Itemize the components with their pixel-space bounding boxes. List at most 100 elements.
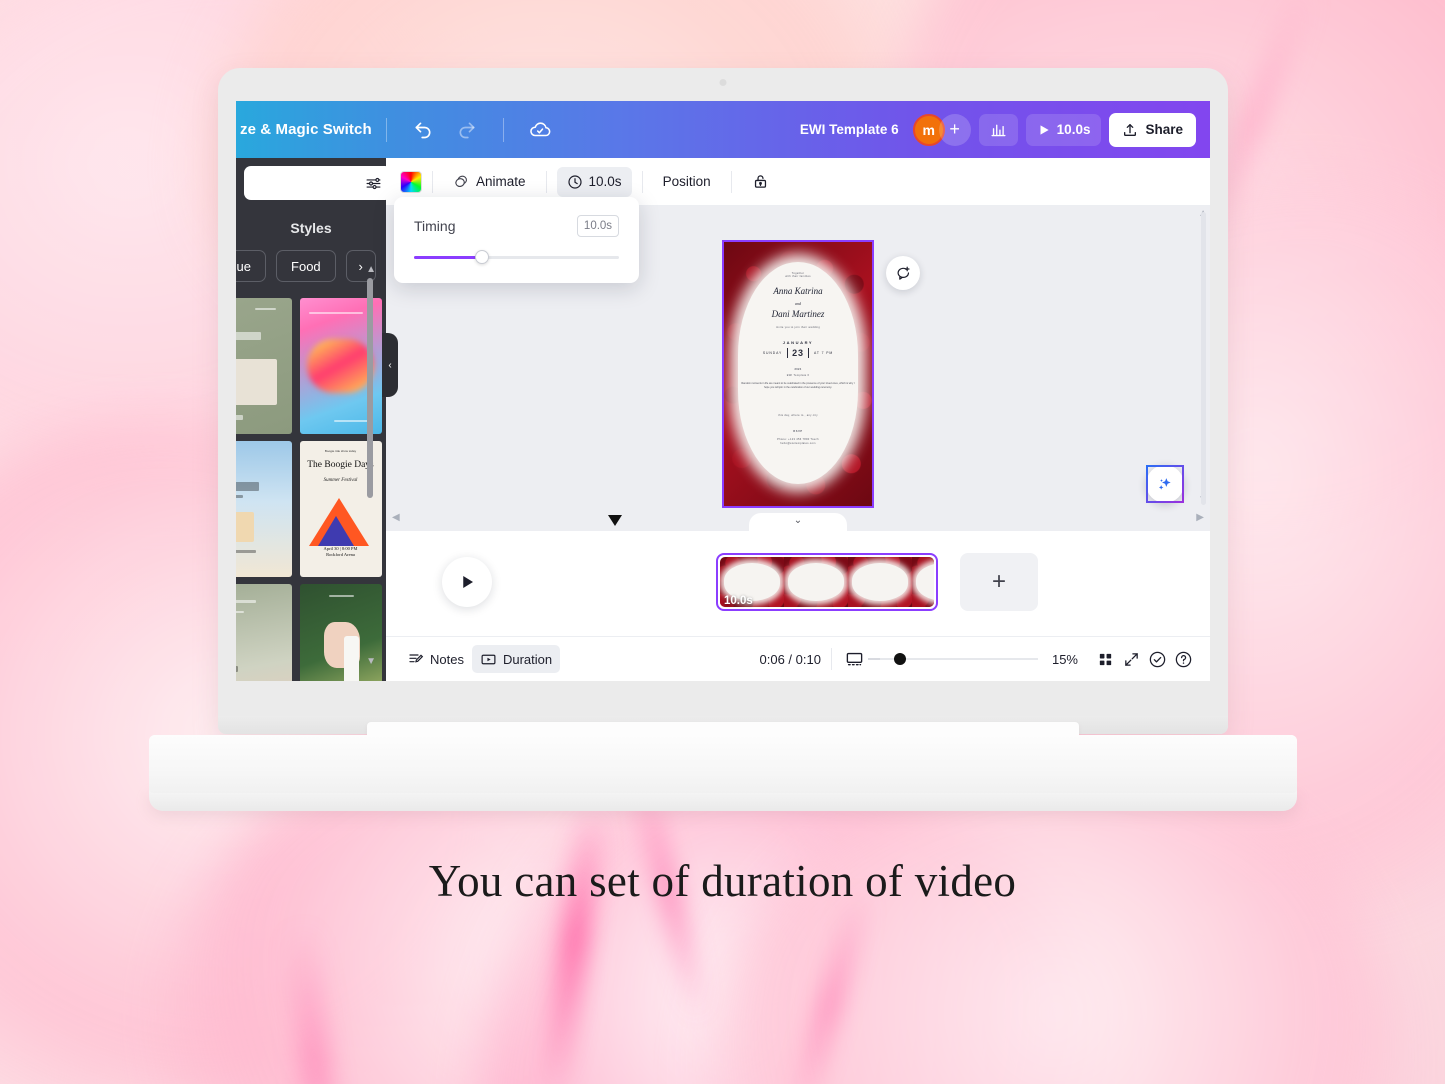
play-button[interactable]	[442, 557, 492, 607]
canvas-page[interactable]: Together with their families Anna Katrin…	[722, 240, 874, 508]
template-thumbnail[interactable]	[236, 441, 292, 577]
divider	[432, 170, 433, 193]
redo-icon[interactable]	[452, 115, 482, 145]
play-icon	[458, 573, 476, 591]
grid-view-icon[interactable]	[1092, 646, 1118, 672]
rainbow-color-swatch[interactable]	[400, 170, 422, 193]
template-thumbnail[interactable]	[236, 298, 292, 434]
thumb-line	[236, 611, 245, 614]
add-comment-button[interactable]	[886, 256, 920, 290]
divider	[641, 170, 643, 193]
duration-icon	[480, 651, 497, 668]
magic-switch-label[interactable]: ze & Magic Switch	[240, 121, 372, 138]
invitation-venue: EWI Template 6	[786, 374, 810, 377]
caption-text: You can set of duration of video	[428, 856, 1017, 906]
notes-icon	[408, 651, 424, 667]
document-title[interactable]: EWI Template 6	[800, 122, 899, 137]
lock-button[interactable]	[742, 167, 779, 197]
wedding-invitation-design: Together with their families Anna Katrin…	[724, 242, 872, 506]
thumb-line	[333, 420, 371, 423]
invitation-eyebrow: Together with their families	[785, 272, 811, 278]
thumb-line	[255, 307, 277, 310]
timing-label: 10.0s	[588, 174, 622, 189]
sidebar-collapse-button[interactable]: ‹	[382, 333, 398, 397]
style-chip-food[interactable]: Food	[276, 250, 336, 282]
sidebar-scrollbar[interactable]	[367, 278, 373, 498]
play-duration-label: 10.0s	[1056, 122, 1091, 137]
divider	[730, 170, 732, 193]
duration-button[interactable]: Duration	[471, 645, 561, 673]
laptop-screen: ze & Magic Switch EWI Template 6 m + 10.…	[236, 101, 1210, 681]
thumb-blob	[306, 338, 375, 394]
timing-slider[interactable]	[414, 250, 619, 264]
timing-value-input[interactable]: 10.0s	[577, 215, 619, 237]
zoom-level[interactable]: 15%	[1052, 652, 1078, 667]
invitation-joiner: and	[795, 301, 801, 306]
thumb-footer: April 30 | 8:00 PM Rockford Arena	[323, 546, 358, 558]
thumb-line	[236, 549, 256, 553]
scroll-up-icon[interactable]: ▲	[366, 264, 376, 275]
laptop-camera	[719, 79, 727, 86]
timing-slider-knob[interactable]	[474, 250, 489, 264]
invitation-year: 2024	[794, 368, 802, 371]
timeline-collapse-handle[interactable]: ⌄	[749, 513, 847, 533]
invitation-date-row: SUNDAY 23 AT 7 PM	[724, 348, 872, 358]
animate-button[interactable]: Animate	[443, 167, 536, 197]
timeline-playhead[interactable]	[608, 515, 622, 526]
top-toolbar-left: ze & Magic Switch	[236, 101, 562, 158]
invitation-month: JANUARY	[782, 340, 814, 345]
animate-icon	[453, 173, 470, 190]
template-thumbnail[interactable]	[236, 584, 292, 681]
fullscreen-icon[interactable]	[1118, 646, 1144, 672]
lock-icon	[752, 173, 769, 190]
timeline-clip[interactable]: 10.0s	[716, 553, 938, 611]
timing-popover: Timing 10.0s	[394, 197, 639, 283]
date-row: SUNDAY 23 AT 7 PM	[724, 348, 872, 358]
style-chip-blue[interactable]: Blue	[236, 250, 267, 282]
chevron-left-icon: ‹	[388, 359, 392, 371]
cloud-saved-icon[interactable]	[525, 115, 555, 145]
page-timeline: ⌄ 10.0s +	[386, 513, 1210, 636]
insights-button[interactable]	[978, 113, 1018, 146]
filter-sliders-icon[interactable]	[365, 175, 382, 192]
add-page-button[interactable]: +	[960, 553, 1038, 611]
status-bar: Notes Duration 0:06 / 0:10 15%	[386, 636, 1210, 681]
style-chip-row: Blue Food ›	[236, 250, 376, 282]
notes-button[interactable]: Notes	[400, 645, 472, 673]
thumb-line	[236, 332, 261, 340]
presenter-view-icon[interactable]	[842, 646, 868, 672]
position-button[interactable]: Position	[653, 167, 721, 197]
divider	[502, 117, 504, 142]
share-button[interactable]: Share	[1109, 112, 1196, 147]
scroll-down-icon[interactable]: ▼	[366, 656, 376, 667]
undo-icon[interactable]	[408, 115, 438, 145]
add-collaborator-button[interactable]: +	[938, 113, 971, 146]
canvas-vertical-scrollbar[interactable]	[1201, 212, 1206, 505]
animate-label: Animate	[476, 174, 526, 189]
timing-row: Timing 10.0s	[414, 215, 619, 237]
divider	[545, 170, 547, 193]
collaborator-group: m +	[912, 113, 971, 146]
play-duration-button[interactable]: 10.0s	[1025, 113, 1102, 146]
clip-duration-label: 10.0s	[724, 595, 753, 607]
clock-icon	[567, 174, 583, 190]
scroll-right-icon[interactable]: ▶	[1196, 512, 1204, 523]
check-circle-icon[interactable]	[1144, 646, 1170, 672]
thumb-photo	[236, 359, 278, 406]
top-toolbar: ze & Magic Switch EWI Template 6 m + 10.…	[236, 101, 1210, 158]
timing-button[interactable]: 10.0s	[556, 166, 632, 197]
zoom-slider-track[interactable]	[879, 653, 1038, 665]
help-circle-icon[interactable]	[1170, 646, 1196, 672]
zoom-slider[interactable]	[867, 653, 1038, 665]
zoom-slider-knob[interactable]	[893, 653, 906, 665]
thumb-line	[236, 495, 243, 499]
thumb-triangle-inner	[317, 515, 354, 546]
invitation-body: Random moments in life are meant to be c…	[741, 382, 855, 389]
search-input[interactable]	[244, 166, 386, 200]
scroll-left-icon[interactable]: ◀	[392, 512, 400, 523]
laptop-lid: ze & Magic Switch EWI Template 6 m + 10.…	[218, 68, 1228, 734]
thumb-line	[236, 414, 243, 420]
clip-frame	[912, 557, 934, 607]
magic-studio-button[interactable]	[1146, 465, 1184, 503]
duration-label: Duration	[502, 651, 553, 667]
